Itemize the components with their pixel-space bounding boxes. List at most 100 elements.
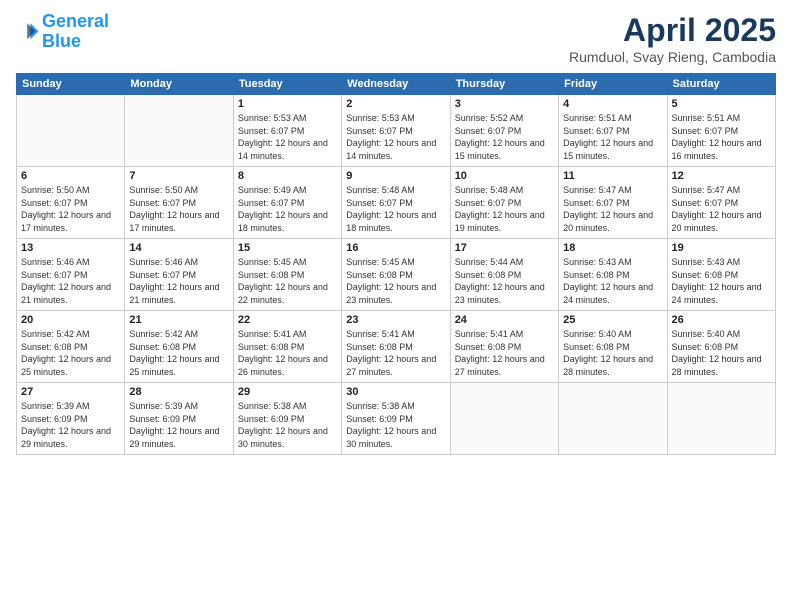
day-number: 24: [455, 314, 554, 326]
day-info: Sunrise: 5:45 AM Sunset: 6:08 PM Dayligh…: [238, 256, 337, 306]
day-info: Sunrise: 5:48 AM Sunset: 6:07 PM Dayligh…: [455, 184, 554, 234]
day-number: 1: [238, 98, 337, 110]
day-info: Sunrise: 5:50 AM Sunset: 6:07 PM Dayligh…: [129, 184, 228, 234]
day-number: 8: [238, 170, 337, 182]
calendar-day-cell: 18 Sunrise: 5:43 AM Sunset: 6:08 PM Dayli…: [559, 239, 667, 311]
day-info: Sunrise: 5:40 AM Sunset: 6:08 PM Dayligh…: [563, 328, 662, 378]
day-info: Sunrise: 5:46 AM Sunset: 6:07 PM Dayligh…: [129, 256, 228, 306]
weekday-header: Friday: [559, 74, 667, 95]
day-info: Sunrise: 5:46 AM Sunset: 6:07 PM Dayligh…: [21, 256, 120, 306]
day-number: 16: [346, 242, 445, 254]
calendar-subtitle: Rumduol, Svay Rieng, Cambodia: [569, 49, 776, 65]
day-number: 6: [21, 170, 120, 182]
logo-text: General Blue: [42, 12, 109, 52]
day-info: Sunrise: 5:42 AM Sunset: 6:08 PM Dayligh…: [21, 328, 120, 378]
day-number: 21: [129, 314, 228, 326]
header: General Blue April 2025 Rumduol, Svay Ri…: [16, 12, 776, 65]
day-number: 17: [455, 242, 554, 254]
calendar-day-cell: 5 Sunrise: 5:51 AM Sunset: 6:07 PM Daylig…: [667, 95, 775, 167]
calendar-title: April 2025: [569, 12, 776, 49]
day-number: 4: [563, 98, 662, 110]
calendar-day-cell: 11 Sunrise: 5:47 AM Sunset: 6:07 PM Dayli…: [559, 167, 667, 239]
day-info: Sunrise: 5:50 AM Sunset: 6:07 PM Dayligh…: [21, 184, 120, 234]
calendar-day-cell: 8 Sunrise: 5:49 AM Sunset: 6:07 PM Daylig…: [233, 167, 341, 239]
logo: General Blue: [16, 12, 109, 52]
day-info: Sunrise: 5:38 AM Sunset: 6:09 PM Dayligh…: [346, 400, 445, 450]
day-info: Sunrise: 5:42 AM Sunset: 6:08 PM Dayligh…: [129, 328, 228, 378]
day-number: 14: [129, 242, 228, 254]
calendar-day-cell: 30Sunrise: 5:38 AM Sunset: 6:09 PM Dayli…: [342, 383, 450, 455]
day-number: 23: [346, 314, 445, 326]
day-info: Sunrise: 5:41 AM Sunset: 6:08 PM Dayligh…: [455, 328, 554, 378]
day-number: 13: [21, 242, 120, 254]
day-number: 12: [672, 170, 771, 182]
day-info: Sunrise: 5:51 AM Sunset: 6:07 PM Dayligh…: [672, 112, 771, 162]
day-info: Sunrise: 5:52 AM Sunset: 6:07 PM Dayligh…: [455, 112, 554, 162]
day-info: Sunrise: 5:41 AM Sunset: 6:08 PM Dayligh…: [238, 328, 337, 378]
calendar-week-row: 6 Sunrise: 5:50 AM Sunset: 6:07 PM Daylig…: [17, 167, 776, 239]
day-info: Sunrise: 5:41 AM Sunset: 6:08 PM Dayligh…: [346, 328, 445, 378]
day-info: Sunrise: 5:38 AM Sunset: 6:09 PM Dayligh…: [238, 400, 337, 450]
day-info: Sunrise: 5:39 AM Sunset: 6:09 PM Dayligh…: [129, 400, 228, 450]
day-info: Sunrise: 5:43 AM Sunset: 6:08 PM Dayligh…: [563, 256, 662, 306]
calendar-day-cell: 17 Sunrise: 5:44 AM Sunset: 6:08 PM Dayli…: [450, 239, 558, 311]
calendar-day-cell: 28 Sunrise: 5:39 AM Sunset: 6:09 PM Dayli…: [125, 383, 233, 455]
calendar-day-cell: [667, 383, 775, 455]
calendar-day-cell: 26Sunrise: 5:40 AM Sunset: 6:08 PM Dayli…: [667, 311, 775, 383]
weekday-header: Saturday: [667, 74, 775, 95]
calendar-day-cell: [125, 95, 233, 167]
calendar-day-cell: 29 Sunrise: 5:38 AM Sunset: 6:09 PM Dayli…: [233, 383, 341, 455]
calendar-day-cell: 27 Sunrise: 5:39 AM Sunset: 6:09 PM Dayli…: [17, 383, 125, 455]
day-info: Sunrise: 5:51 AM Sunset: 6:07 PM Dayligh…: [563, 112, 662, 162]
calendar-day-cell: 6 Sunrise: 5:50 AM Sunset: 6:07 PM Daylig…: [17, 167, 125, 239]
day-info: Sunrise: 5:53 AM Sunset: 6:07 PM Dayligh…: [238, 112, 337, 162]
day-info: Sunrise: 5:45 AM Sunset: 6:08 PM Dayligh…: [346, 256, 445, 306]
calendar-week-row: 1 Sunrise: 5:53 AM Sunset: 6:07 PM Daylig…: [17, 95, 776, 167]
day-number: 9: [346, 170, 445, 182]
day-info: Sunrise: 5:47 AM Sunset: 6:07 PM Dayligh…: [672, 184, 771, 234]
day-number: 29: [238, 386, 337, 398]
calendar-day-cell: 7 Sunrise: 5:50 AM Sunset: 6:07 PM Daylig…: [125, 167, 233, 239]
weekday-header: Wednesday: [342, 74, 450, 95]
calendar-day-cell: 9 Sunrise: 5:48 AM Sunset: 6:07 PM Daylig…: [342, 167, 450, 239]
calendar-day-cell: 4 Sunrise: 5:51 AM Sunset: 6:07 PM Daylig…: [559, 95, 667, 167]
calendar-day-cell: 19 Sunrise: 5:43 AM Sunset: 6:08 PM Dayli…: [667, 239, 775, 311]
calendar-day-cell: 15 Sunrise: 5:45 AM Sunset: 6:08 PM Dayli…: [233, 239, 341, 311]
day-info: Sunrise: 5:39 AM Sunset: 6:09 PM Dayligh…: [21, 400, 120, 450]
calendar-day-cell: 20Sunrise: 5:42 AM Sunset: 6:08 PM Dayli…: [17, 311, 125, 383]
header-row: SundayMondayTuesdayWednesdayThursdayFrid…: [17, 74, 776, 95]
calendar-day-cell: 16 Sunrise: 5:45 AM Sunset: 6:08 PM Dayli…: [342, 239, 450, 311]
calendar-day-cell: 23 Sunrise: 5:41 AM Sunset: 6:08 PM Dayli…: [342, 311, 450, 383]
day-number: 3: [455, 98, 554, 110]
day-number: 18: [563, 242, 662, 254]
calendar-week-row: 27 Sunrise: 5:39 AM Sunset: 6:09 PM Dayli…: [17, 383, 776, 455]
calendar-day-cell: 12 Sunrise: 5:47 AM Sunset: 6:07 PM Dayli…: [667, 167, 775, 239]
calendar-day-cell: 10Sunrise: 5:48 AM Sunset: 6:07 PM Dayli…: [450, 167, 558, 239]
day-number: 27: [21, 386, 120, 398]
day-number: 19: [672, 242, 771, 254]
day-info: Sunrise: 5:47 AM Sunset: 6:07 PM Dayligh…: [563, 184, 662, 234]
calendar-day-cell: 24 Sunrise: 5:41 AM Sunset: 6:08 PM Dayli…: [450, 311, 558, 383]
day-number: 7: [129, 170, 228, 182]
weekday-header: Monday: [125, 74, 233, 95]
day-number: 11: [563, 170, 662, 182]
day-info: Sunrise: 5:43 AM Sunset: 6:08 PM Dayligh…: [672, 256, 771, 306]
day-info: Sunrise: 5:53 AM Sunset: 6:07 PM Dayligh…: [346, 112, 445, 162]
calendar-week-row: 20Sunrise: 5:42 AM Sunset: 6:08 PM Dayli…: [17, 311, 776, 383]
day-number: 5: [672, 98, 771, 110]
day-info: Sunrise: 5:44 AM Sunset: 6:08 PM Dayligh…: [455, 256, 554, 306]
calendar-table: SundayMondayTuesdayWednesdayThursdayFrid…: [16, 73, 776, 455]
calendar-day-cell: 13 Sunrise: 5:46 AM Sunset: 6:07 PM Dayli…: [17, 239, 125, 311]
calendar-day-cell: 1 Sunrise: 5:53 AM Sunset: 6:07 PM Daylig…: [233, 95, 341, 167]
page: General Blue April 2025 Rumduol, Svay Ri…: [0, 0, 792, 612]
day-number: 28: [129, 386, 228, 398]
calendar-day-cell: 22Sunrise: 5:41 AM Sunset: 6:08 PM Dayli…: [233, 311, 341, 383]
weekday-header: Sunday: [17, 74, 125, 95]
logo-icon: [16, 20, 40, 44]
day-number: 15: [238, 242, 337, 254]
calendar-day-cell: 2Sunrise: 5:53 AM Sunset: 6:07 PM Daylig…: [342, 95, 450, 167]
title-block: April 2025 Rumduol, Svay Rieng, Cambodia: [569, 12, 776, 65]
calendar-day-cell: 14 Sunrise: 5:46 AM Sunset: 6:07 PM Dayli…: [125, 239, 233, 311]
day-info: Sunrise: 5:48 AM Sunset: 6:07 PM Dayligh…: [346, 184, 445, 234]
day-info: Sunrise: 5:49 AM Sunset: 6:07 PM Dayligh…: [238, 184, 337, 234]
